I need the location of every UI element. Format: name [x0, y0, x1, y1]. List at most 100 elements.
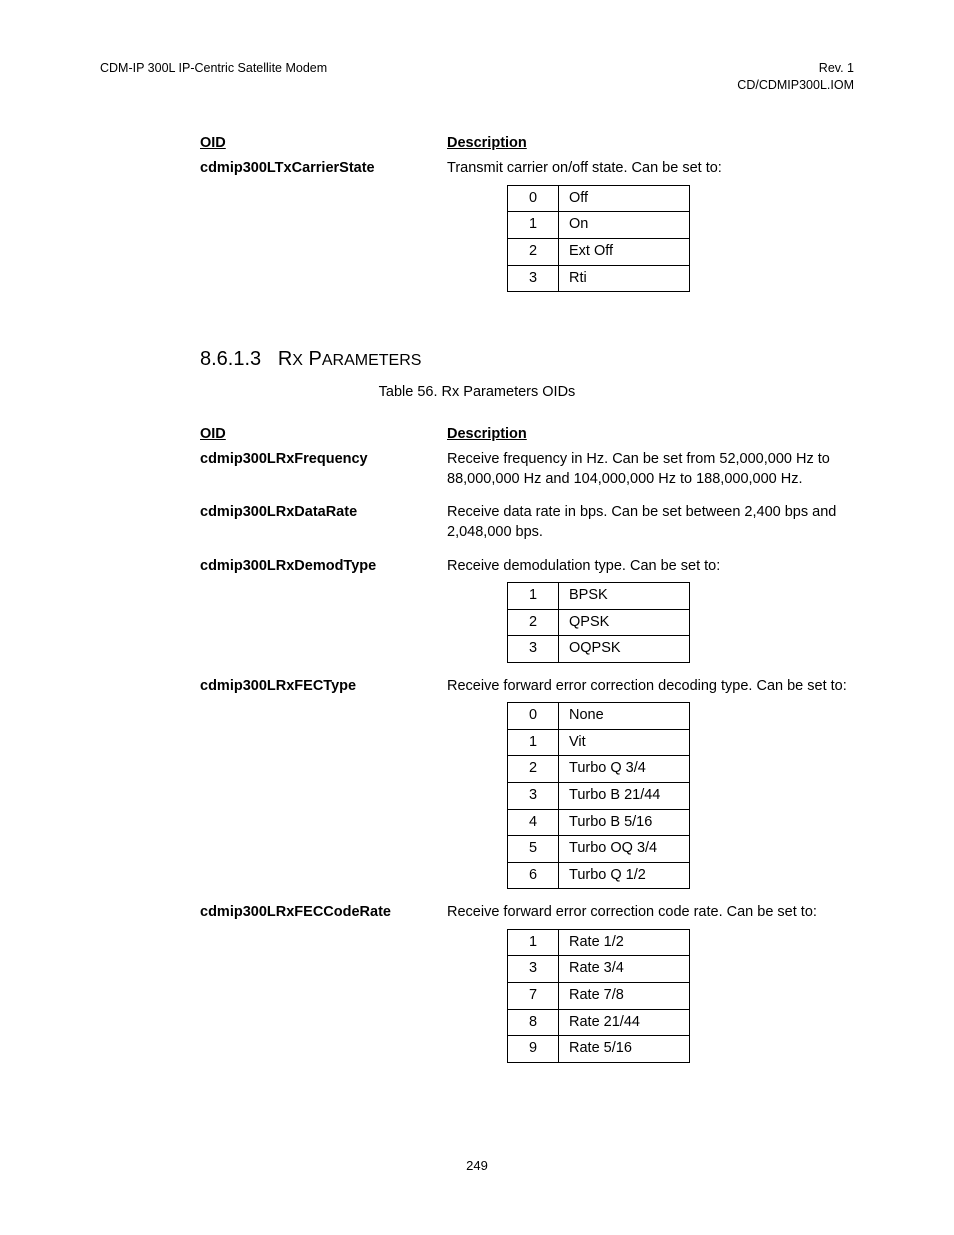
rx-oid-block: OID Description cdmip300LRxFrequency Rec… [200, 425, 854, 1073]
table-row: 7Rate 7/8 [508, 982, 690, 1009]
val-label: On [559, 212, 690, 239]
value-table: 1BPSK 2QPSK 3OQPSK [507, 582, 690, 663]
table-row: 2QPSK [508, 609, 690, 636]
page-number: 249 [0, 1157, 954, 1175]
oid-desc-text: Receive demodulation type. Can be set to… [447, 558, 720, 574]
val-label: Turbo B 21/44 [559, 783, 690, 810]
oid-name: cdmip300LRxFrequency [200, 450, 447, 489]
oid-name: cdmip300LTxCarrierState [200, 159, 447, 302]
section-number: 8.6.1.3 [200, 348, 261, 370]
val-key: 1 [508, 583, 559, 610]
val-key: 2 [508, 239, 559, 266]
val-key: 3 [508, 265, 559, 292]
table-row: 2Turbo Q 3/4 [508, 756, 690, 783]
table-row: 9Rate 5/16 [508, 1036, 690, 1063]
heading-r: R [278, 348, 292, 370]
val-key: 1 [508, 212, 559, 239]
val-key: 0 [508, 185, 559, 212]
col-header-oid: OID [200, 134, 447, 154]
document-page: CDM-IP 300L IP-Centric Satellite Modem R… [0, 0, 954, 1235]
oid-row: cdmip300LTxCarrierState Transmit carrier… [200, 159, 854, 302]
heading-arams: ARAMETERS [322, 352, 422, 369]
oid-desc: Receive demodulation type. Can be set to… [447, 557, 854, 673]
val-label: Rti [559, 265, 690, 292]
val-label: Rate 21/44 [559, 1009, 690, 1036]
val-label: Ext Off [559, 239, 690, 266]
oid-desc: Transmit carrier on/off state. Can be se… [447, 159, 854, 302]
oid-desc: Receive forward error correction decodin… [447, 677, 854, 900]
oid-row: cdmip300LRxDemodType Receive demodulatio… [200, 557, 854, 673]
table-row: 1On [508, 212, 690, 239]
oid-name: cdmip300LRxDemodType [200, 557, 447, 673]
val-label: Turbo Q 1/2 [559, 862, 690, 889]
table-row: 6Turbo Q 1/2 [508, 862, 690, 889]
oid-desc: Receive frequency in Hz. Can be set from… [447, 450, 854, 489]
column-headers: OID Description [200, 134, 854, 154]
tx-oid-block: OID Description cdmip300LTxCarrierState … [200, 134, 854, 302]
table-row: 8Rate 21/44 [508, 1009, 690, 1036]
oid-name: cdmip300LRxFECType [200, 677, 447, 900]
val-label: OQPSK [559, 636, 690, 663]
val-label: None [559, 703, 690, 730]
table-row: 3OQPSK [508, 636, 690, 663]
oid-desc-text: Receive forward error correction decodin… [447, 678, 847, 694]
col-header-desc: Description [447, 134, 527, 154]
col-header-oid: OID [200, 425, 447, 445]
val-label: Rate 1/2 [559, 929, 690, 956]
val-key: 5 [508, 836, 559, 863]
val-key: 2 [508, 609, 559, 636]
table-row: 4Turbo B 5/16 [508, 809, 690, 836]
table-row: 1Rate 1/2 [508, 929, 690, 956]
oid-row: cdmip300LRxFECType Receive forward error… [200, 677, 854, 900]
oid-desc-text: Transmit carrier on/off state. Can be se… [447, 160, 722, 176]
val-label: Turbo B 5/16 [559, 809, 690, 836]
val-label: Rate 7/8 [559, 982, 690, 1009]
column-headers: OID Description [200, 425, 854, 445]
header-left: CDM-IP 300L IP-Centric Satellite Modem [100, 60, 327, 94]
val-key: 6 [508, 862, 559, 889]
val-key: 1 [508, 929, 559, 956]
header-rev: Rev. 1 [737, 60, 854, 77]
val-key: 2 [508, 756, 559, 783]
val-key: 9 [508, 1036, 559, 1063]
val-label: Turbo Q 3/4 [559, 756, 690, 783]
heading-p: P [309, 348, 322, 370]
val-label: Vit [559, 729, 690, 756]
table-row: 3Rti [508, 265, 690, 292]
val-key: 3 [508, 783, 559, 810]
oid-desc: Receive data rate in bps. Can be set bet… [447, 503, 854, 542]
val-label: Off [559, 185, 690, 212]
table-row: 3Rate 3/4 [508, 956, 690, 983]
val-key: 1 [508, 729, 559, 756]
table-row: 1BPSK [508, 583, 690, 610]
val-key: 0 [508, 703, 559, 730]
oid-desc: Receive forward error correction code ra… [447, 903, 854, 1072]
table-row: 1Vit [508, 729, 690, 756]
table-caption: Table 56. Rx Parameters OIDs [100, 383, 854, 403]
table-row: 2Ext Off [508, 239, 690, 266]
val-key: 8 [508, 1009, 559, 1036]
oid-desc-text: Receive forward error correction code ra… [447, 904, 817, 920]
oid-row: cdmip300LRxDataRate Receive data rate in… [200, 503, 854, 542]
val-label: Rate 3/4 [559, 956, 690, 983]
oid-row: cdmip300LRxFECCodeRate Receive forward e… [200, 903, 854, 1072]
value-table: 0None 1Vit 2Turbo Q 3/4 3Turbo B 21/44 4… [507, 702, 690, 889]
oid-row: cdmip300LRxFrequency Receive frequency i… [200, 450, 854, 489]
col-header-desc: Description [447, 425, 527, 445]
table-row: 5Turbo OQ 3/4 [508, 836, 690, 863]
page-header: CDM-IP 300L IP-Centric Satellite Modem R… [100, 60, 854, 94]
table-row: 0Off [508, 185, 690, 212]
val-key: 3 [508, 636, 559, 663]
oid-name: cdmip300LRxFECCodeRate [200, 903, 447, 1072]
table-row: 3Turbo B 21/44 [508, 783, 690, 810]
header-right: Rev. 1 CD/CDMIP300L.IOM [737, 60, 854, 94]
val-key: 3 [508, 956, 559, 983]
heading-x: X [292, 352, 303, 369]
val-key: 7 [508, 982, 559, 1009]
val-label: Rate 5/16 [559, 1036, 690, 1063]
value-table: 1Rate 1/2 3Rate 3/4 7Rate 7/8 8Rate 21/4… [507, 929, 690, 1063]
val-label: BPSK [559, 583, 690, 610]
val-label: Turbo OQ 3/4 [559, 836, 690, 863]
section-heading: 8.6.1.3 RX PARAMETERS [200, 346, 854, 373]
header-doc: CD/CDMIP300L.IOM [737, 77, 854, 94]
